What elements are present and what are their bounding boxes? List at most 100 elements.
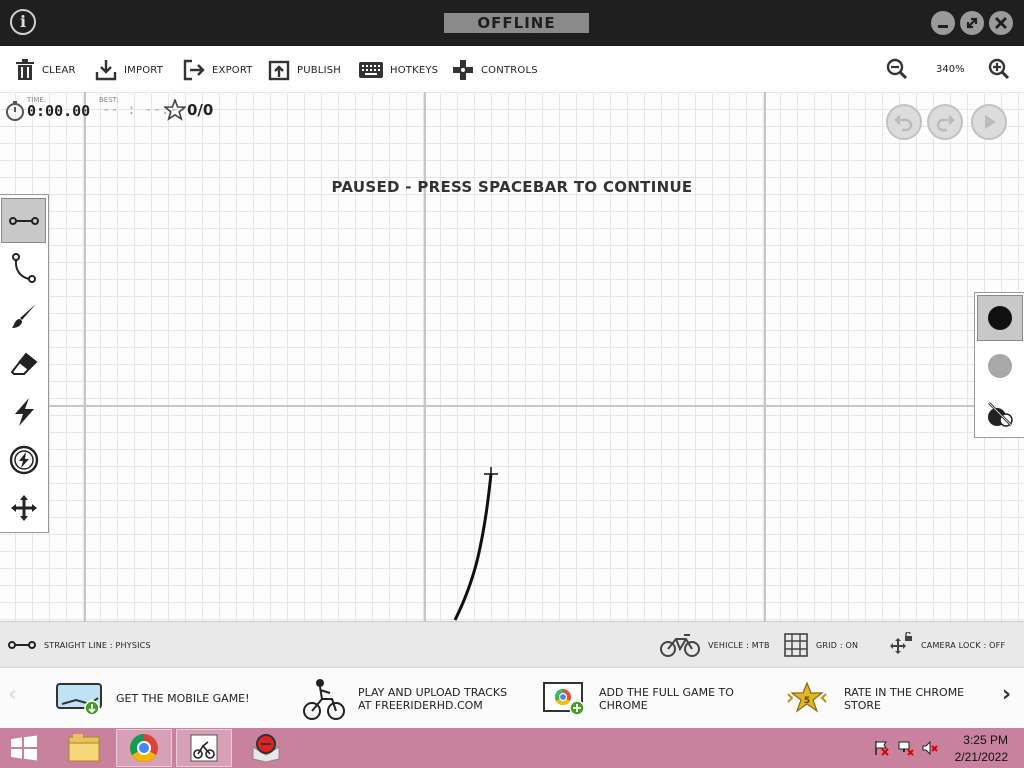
publish-button[interactable]: PUBLISH bbox=[268, 58, 341, 82]
play-icon bbox=[985, 115, 996, 129]
paused-message: PAUSED - PRESS SPACEBAR TO CONTINUE bbox=[331, 178, 693, 196]
promo-next-icon[interactable]: › bbox=[1002, 682, 1011, 707]
promo-freeriderhd[interactable]: PLAY AND UPLOAD TRACKS AT FREERIDERHD.COM bbox=[302, 668, 507, 729]
grid-major-line bbox=[764, 92, 766, 621]
redo-icon bbox=[936, 115, 955, 132]
hotkeys-label: HOTKEYS bbox=[390, 64, 439, 76]
track-line bbox=[453, 467, 498, 621]
tool-special-powerup[interactable] bbox=[0, 436, 48, 484]
tool-powerup[interactable] bbox=[0, 388, 48, 436]
no-scenery-icon bbox=[987, 402, 1013, 427]
grid-major-line bbox=[424, 92, 426, 621]
promo-mobile-game[interactable]: GET THE MOBILE GAME! bbox=[56, 668, 250, 729]
promo-add-to-chrome[interactable]: ADD THE FULL GAME TO CHROME bbox=[543, 668, 734, 729]
promo-bar: ‹ GET THE MOBILE GAME! PLAY AND UPLOAD T… bbox=[0, 667, 1024, 728]
status-bar: STRAIGHT LINE : PHYSICS VEHICLE : MTB GR… bbox=[0, 621, 1024, 667]
grid-button[interactable]: GRID : ON bbox=[784, 622, 858, 668]
import-label: IMPORT bbox=[124, 64, 164, 76]
mobile-game-icon bbox=[56, 682, 102, 716]
grid-label: GRID : ON bbox=[816, 640, 859, 650]
grid-major-line bbox=[84, 92, 86, 621]
controls-label: CONTROLS bbox=[481, 64, 538, 76]
clear-button[interactable]: CLEAR bbox=[15, 58, 76, 82]
promo-rate-label: RATE IN THE CHROME STORE bbox=[844, 686, 964, 712]
undo-icon bbox=[894, 115, 913, 132]
start-crosshair bbox=[484, 467, 498, 481]
volume-muted-icon[interactable] bbox=[922, 740, 938, 756]
zoom-out-icon[interactable] bbox=[886, 58, 908, 80]
promo-prev-icon[interactable]: ‹ bbox=[8, 682, 17, 707]
free-rider-app-button[interactable] bbox=[176, 729, 232, 767]
clock-date[interactable]: 2/21/2022 bbox=[955, 750, 1008, 764]
start-button[interactable] bbox=[0, 729, 48, 767]
promo-chrome-label: ADD THE FULL GAME TO CHROME bbox=[599, 686, 734, 712]
zoom-in-icon[interactable] bbox=[988, 58, 1010, 80]
minimize-icon[interactable] bbox=[931, 11, 955, 35]
gray-dot-icon bbox=[987, 354, 1012, 378]
network-icon[interactable] bbox=[898, 740, 914, 756]
grid-icon bbox=[784, 633, 808, 657]
dpad-icon bbox=[453, 60, 473, 80]
tool-straight-line[interactable] bbox=[1, 198, 46, 243]
lightning-icon bbox=[15, 398, 34, 426]
free-rider-icon bbox=[190, 734, 218, 762]
scenery-color-dot bbox=[987, 354, 1012, 378]
clock-time[interactable]: 3:25 PM bbox=[963, 733, 1008, 747]
info-icon[interactable]: i bbox=[10, 9, 36, 35]
import-button[interactable]: IMPORT bbox=[95, 58, 163, 82]
toolbar: CLEAR IMPORT EXPORT PUBLISH HOTKEYS CONT… bbox=[0, 46, 1024, 93]
promo-rate[interactable]: 5 RATE IN THE CHROME STORE bbox=[782, 668, 964, 729]
taskbar: 3:25 PM 2/21/2022 bbox=[0, 728, 1024, 768]
zoom-level: 340% bbox=[936, 64, 965, 75]
star-icon bbox=[164, 99, 186, 121]
line-type-palette bbox=[974, 292, 1024, 438]
vehicle-label: VEHICLE : MTB bbox=[708, 640, 770, 650]
tool-brush[interactable] bbox=[0, 292, 48, 340]
install-app-button[interactable] bbox=[238, 729, 294, 767]
physics-color-dot bbox=[988, 306, 1012, 330]
tool-eraser[interactable] bbox=[0, 340, 48, 388]
promo-freeriderhd-label: PLAY AND UPLOAD TRACKS AT FREERIDERHD.COM bbox=[358, 686, 507, 712]
action-center-flag-icon[interactable] bbox=[873, 740, 889, 756]
file-explorer-icon bbox=[68, 734, 100, 762]
camera-lock-icon bbox=[890, 632, 912, 654]
toggle-scenery-button[interactable] bbox=[975, 390, 1024, 438]
close-icon[interactable] bbox=[989, 11, 1013, 35]
scenery-line-button[interactable] bbox=[975, 342, 1024, 390]
play-button[interactable] bbox=[971, 104, 1007, 140]
redo-button[interactable] bbox=[927, 104, 963, 140]
tool-camera-move[interactable] bbox=[0, 484, 48, 532]
chrome-icon bbox=[130, 734, 158, 762]
camera-lock-button[interactable]: CAMERA LOCK : OFF bbox=[887, 622, 1005, 668]
file-explorer-button[interactable] bbox=[56, 729, 112, 767]
clear-label: CLEAR bbox=[42, 64, 76, 76]
export-button[interactable]: EXPORT bbox=[183, 58, 253, 82]
circle-lightning-icon bbox=[9, 445, 39, 475]
trash-icon bbox=[16, 59, 34, 80]
physics-line-button[interactable] bbox=[977, 295, 1023, 341]
black-dot-icon bbox=[988, 306, 1012, 330]
promo-rate-line1: RATE IN THE CHROME bbox=[844, 685, 965, 699]
promo-chrome-line2: CHROME bbox=[599, 698, 648, 712]
rating-badge-number: 5 bbox=[804, 696, 810, 706]
current-tool-status: STRAIGHT LINE : PHYSICS bbox=[8, 622, 151, 668]
tool-curve[interactable] bbox=[0, 244, 48, 292]
undo-button[interactable] bbox=[886, 104, 922, 140]
promo-freeriderhd-line2: AT FREERIDERHD.COM bbox=[358, 698, 483, 712]
hotkeys-button[interactable]: HOTKEYS bbox=[359, 58, 438, 82]
vehicle-button[interactable]: VEHICLE : MTB bbox=[660, 622, 770, 668]
title-bar: i OFFLINE EDITOR bbox=[0, 0, 1024, 52]
current-tool-label: STRAIGHT LINE : PHYSICS bbox=[44, 640, 151, 650]
install-app-icon bbox=[252, 734, 280, 763]
tool-palette bbox=[0, 194, 49, 533]
maximize-icon[interactable] bbox=[960, 11, 984, 35]
windows-start-icon bbox=[11, 735, 37, 761]
chrome-button[interactable] bbox=[116, 729, 172, 767]
stopwatch-icon bbox=[6, 101, 24, 121]
controls-button[interactable]: CONTROLS bbox=[452, 58, 538, 82]
camera-lock-label: CAMERA LOCK : OFF bbox=[921, 640, 1006, 650]
publish-icon bbox=[268, 60, 290, 81]
straight-line-icon bbox=[8, 216, 39, 225]
track-canvas[interactable]: TIME: 0:00.00 BEST: -- : --.-- 0/0 PAUSE… bbox=[0, 92, 1024, 621]
export-icon bbox=[183, 59, 205, 81]
